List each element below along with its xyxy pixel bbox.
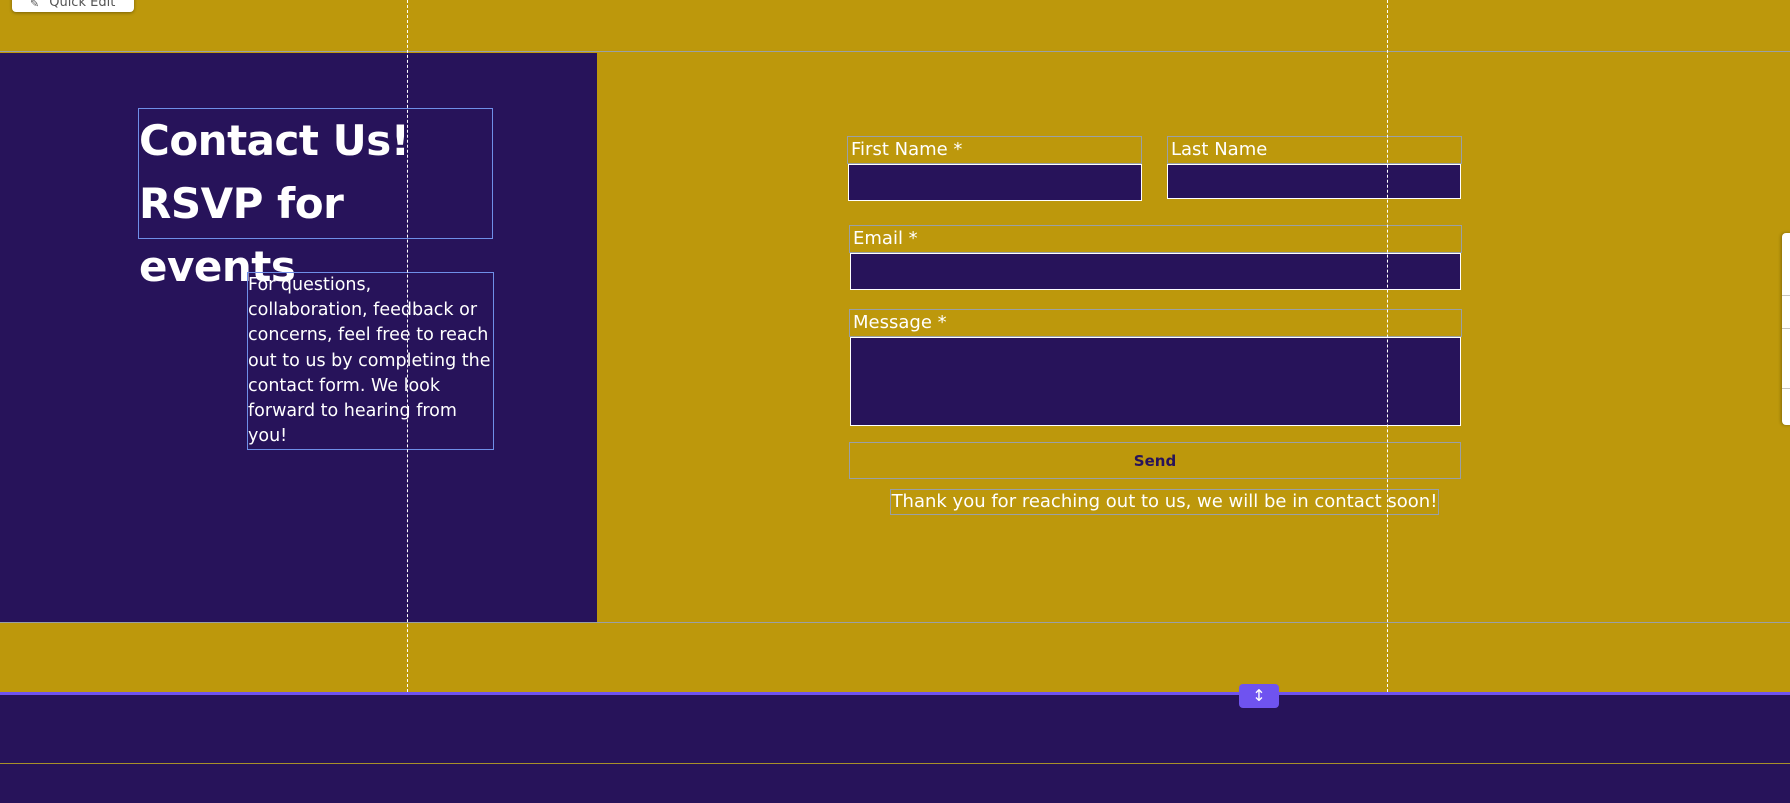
layout-guide-right: [1387, 0, 1388, 692]
side-tab-divider: [1782, 295, 1790, 296]
first-name-field[interactable]: [848, 164, 1142, 201]
message-label: Message *: [853, 312, 947, 333]
intro-text: For questions, collaboration, feedback o…: [248, 275, 491, 447]
thank-you-message: Thank you for reaching out to us, we wil…: [890, 489, 1439, 515]
email-label: Email *: [853, 228, 918, 249]
header-section: [0, 0, 1790, 52]
footer-divider: [0, 763, 1790, 764]
email-label-box: Email *: [849, 225, 1462, 253]
message-label-box: Message *: [849, 309, 1462, 337]
heading-box[interactable]: Contact Us! RSVP for events: [138, 108, 493, 291]
spacer-section: [0, 623, 1790, 693]
first-name-label: First Name *: [851, 139, 963, 160]
pencil-icon: ✎: [30, 0, 40, 10]
message-field[interactable]: [850, 337, 1461, 426]
quick-edit-label: Quick Edit: [49, 0, 116, 10]
page-title-line-1: Contact Us!: [139, 116, 410, 165]
page-title: Contact Us! RSVP for events: [139, 109, 492, 298]
send-button[interactable]: Send: [849, 442, 1461, 479]
side-panel-tab[interactable]: [1782, 233, 1790, 425]
footer-section: [0, 695, 1790, 803]
email-field[interactable]: [850, 253, 1461, 290]
side-tab-divider: [1782, 328, 1790, 329]
last-name-label: Last Name: [1171, 139, 1268, 160]
layout-guide-left: [407, 0, 408, 692]
quick-edit-button[interactable]: ✎ Quick Edit: [12, 0, 134, 12]
last-name-field[interactable]: [1167, 164, 1461, 199]
first-name-label-box: First Name *: [847, 136, 1142, 164]
side-tab-divider: [1782, 388, 1790, 389]
last-name-label-box: Last Name: [1167, 136, 1462, 164]
section-resize-handle[interactable]: ↕: [1239, 684, 1279, 708]
vertical-resize-icon: ↕: [1252, 686, 1266, 705]
intro-text-box[interactable]: For questions, collaboration, feedback o…: [247, 272, 494, 450]
